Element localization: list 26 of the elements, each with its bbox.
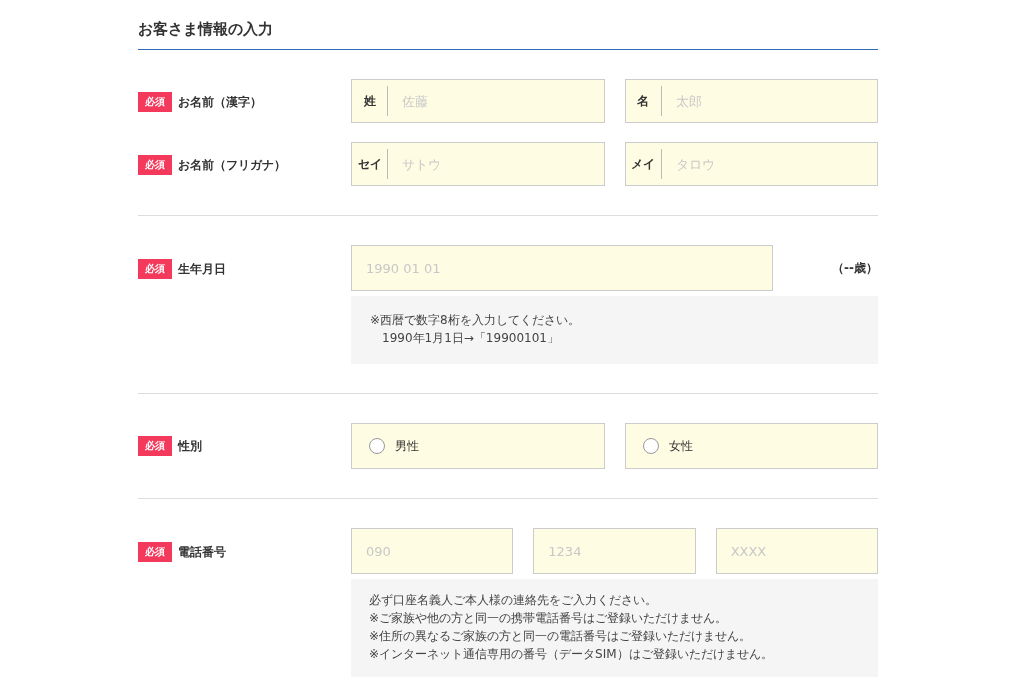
radio-option[interactable]: 男性 [351,423,605,469]
required-badge: 必須 [138,92,172,112]
age-text: （--歳） [831,259,878,277]
note-text: ※住所の異なるご家族の方と同一の電話番号はご登録いただけません。 [369,628,753,645]
field-prefix: 名 [625,86,662,116]
note-text: ※インターネット通信専用の番号（データSIM）はご登録いただけません。 [369,646,774,663]
section-title: お客さま情報の入力 [138,20,878,50]
required-badge: 必須 [138,155,172,175]
field-label: 性別 [178,437,202,455]
field-prefix: メイ [625,149,662,179]
field-label: お名前（フリガナ） [178,156,286,174]
required-badge: 必須 [138,436,172,456]
field-label: 生年月日 [178,260,226,278]
field-label: 電話番号 [178,543,226,561]
radio-circle-icon [369,438,385,454]
note-text: ※西暦で数字8桁を入力してください。 [370,312,581,329]
field-prefix: セイ [352,149,389,179]
radio-circle-icon [642,438,659,454]
note-text: 1990年1月1日→「19900101」 [381,330,560,347]
radio-option[interactable]: 女性 [624,423,878,469]
field-prefix: 姓 [352,86,389,116]
note-text: ※ご家族や他の方と同一の携帯電話番号はご登録いただけません。 [369,610,729,627]
required-badge: 必須 [138,259,172,279]
field-label: お名前（漢字） [178,93,262,111]
note-text: 必ず口座名義人ご本人様の連絡先をご入力ください。 [369,592,658,609]
required-badge: 必須 [138,542,172,562]
